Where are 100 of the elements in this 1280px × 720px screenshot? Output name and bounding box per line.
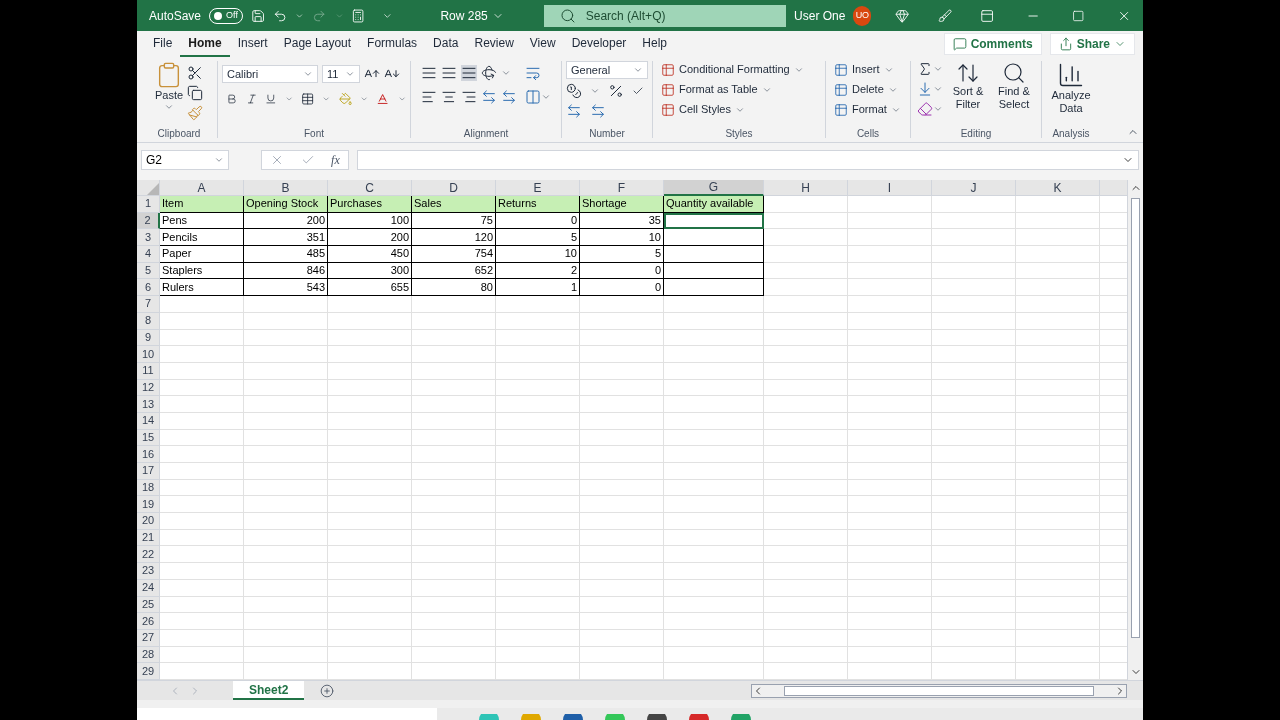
ribbon-tab[interactable]: Formulas xyxy=(359,31,426,57)
underline-icon[interactable] xyxy=(265,92,277,106)
column-header[interactable]: G xyxy=(664,180,764,196)
table-cell: 75 xyxy=(412,212,496,230)
row-header[interactable]: 1 xyxy=(137,196,160,213)
user-avatar[interactable]: UO xyxy=(853,5,872,26)
row-header[interactable]: 3 xyxy=(137,229,160,247)
table-cell: Pencils xyxy=(160,229,244,247)
styles-button[interactable]: Format as Table xyxy=(661,81,772,98)
cells-button[interactable]: Format xyxy=(834,101,901,118)
sort-filter-button[interactable]: Sort & Filter xyxy=(947,61,989,128)
search-icon[interactable] xyxy=(559,7,576,24)
diamond-icon[interactable] xyxy=(895,7,910,24)
row-header[interactable]: 13 xyxy=(137,396,160,413)
ribbon-tab[interactable]: Developer xyxy=(563,31,635,57)
sheet-tab[interactable]: Sheet2 xyxy=(233,681,305,700)
row-header[interactable]: 29 xyxy=(137,663,160,680)
group-label: Number xyxy=(589,128,625,141)
ribbon-tab[interactable]: Data xyxy=(425,31,467,57)
comments-button[interactable]: Comments xyxy=(943,33,1042,55)
font-color-icon[interactable] xyxy=(376,91,390,107)
row-header[interactable]: 16 xyxy=(137,446,160,463)
table-cell: 450 xyxy=(328,246,412,263)
ribbon-display-icon[interactable] xyxy=(979,7,995,24)
bottom-align-icon[interactable] xyxy=(461,65,477,81)
cells-button[interactable]: Insert xyxy=(834,61,894,78)
document-title[interactable]: Row 285 xyxy=(440,6,504,25)
taskbar-icon[interactable] xyxy=(687,714,711,720)
column-header[interactable]: J xyxy=(932,180,1016,196)
styles-button[interactable]: Conditional Formatting xyxy=(661,61,804,78)
search-field[interactable]: Search (Alt+Q) xyxy=(543,4,787,27)
save-icon[interactable] xyxy=(250,7,266,24)
autosum-icon[interactable] xyxy=(917,61,933,77)
font-size-field[interactable]: 11 xyxy=(322,65,360,83)
brush-icon[interactable] xyxy=(937,7,952,24)
cut-icon[interactable] xyxy=(187,65,204,81)
add-sheet-icon[interactable] xyxy=(320,683,335,698)
row-header[interactable]: 22 xyxy=(137,546,160,564)
insert-function-button[interactable]: fx xyxy=(331,151,340,169)
row-header[interactable]: 17 xyxy=(137,463,160,480)
find-select-button[interactable]: Find & Select xyxy=(993,61,1035,128)
font-name-field[interactable]: Calibri xyxy=(222,65,318,83)
column-header[interactable]: H xyxy=(764,180,848,196)
row-header[interactable]: 23 xyxy=(137,563,160,580)
align-right-icon[interactable] xyxy=(461,89,477,105)
align-center-icon[interactable] xyxy=(441,89,457,105)
eraser-icon[interactable] xyxy=(917,101,933,117)
share-button[interactable]: Share xyxy=(1049,33,1135,55)
middle-align-icon[interactable] xyxy=(441,65,457,81)
column-header[interactable]: K xyxy=(1016,180,1100,196)
ribbon-tab[interactable]: View xyxy=(521,31,564,57)
name-box[interactable]: G2 xyxy=(141,150,229,170)
wrap-text-icon[interactable] xyxy=(525,65,541,81)
bold-icon[interactable] xyxy=(226,92,238,106)
row-header[interactable]: 6 xyxy=(137,279,160,297)
ribbon-tab[interactable]: Help xyxy=(634,31,675,57)
ribbon-tab[interactable]: Page Layout xyxy=(275,31,360,57)
ribbon-tab[interactable]: Review xyxy=(466,31,522,57)
search-icon xyxy=(1002,61,1026,85)
row-header[interactable]: 7 xyxy=(137,296,160,313)
copy-icon[interactable] xyxy=(187,85,204,101)
taskbar-icon[interactable] xyxy=(645,714,669,720)
analyze-data-button[interactable]: Analyze Data xyxy=(1046,57,1096,128)
calculator-icon[interactable] xyxy=(351,7,366,24)
row-header[interactable]: 10 xyxy=(137,346,160,363)
caret-icon xyxy=(164,102,174,112)
percent-icon[interactable] xyxy=(608,83,624,99)
maximize-icon[interactable] xyxy=(1072,8,1085,23)
row-header[interactable]: 4 xyxy=(137,246,160,263)
share-icon xyxy=(1058,37,1073,51)
caret-icon xyxy=(303,69,313,79)
taskbar-icon[interactable] xyxy=(561,714,585,720)
borders-icon[interactable] xyxy=(301,91,315,107)
orientation-icon[interactable] xyxy=(481,65,497,81)
number-format-field[interactable]: General xyxy=(566,61,648,79)
autosave-label: AutoSave xyxy=(149,7,202,25)
italic-icon[interactable] xyxy=(245,92,258,106)
ribbon-tab[interactable]: File xyxy=(145,31,181,57)
table-cell: 2 xyxy=(496,262,580,280)
active-cell[interactable] xyxy=(664,212,764,230)
table-cell: 485 xyxy=(244,246,328,263)
formula-input[interactable] xyxy=(357,150,1139,170)
fill-color-icon[interactable] xyxy=(338,91,353,107)
currency-icon[interactable] xyxy=(566,83,582,99)
row-header[interactable]: 19 xyxy=(137,496,160,514)
styles-button[interactable]: Cell Styles xyxy=(661,101,745,118)
row-header[interactable]: 20 xyxy=(137,513,160,530)
ribbon-tab[interactable]: Insert xyxy=(229,31,276,57)
column-header[interactable]: I xyxy=(848,180,932,196)
row-header[interactable]: 26 xyxy=(137,613,160,630)
cells-button[interactable]: Delete xyxy=(834,81,898,98)
vertical-scrollbar[interactable] xyxy=(1127,180,1143,680)
table-icon xyxy=(834,62,848,77)
merge-icon[interactable] xyxy=(525,89,541,105)
paste-button[interactable]: Paste xyxy=(154,61,184,112)
taskbar-search-field[interactable] xyxy=(137,708,437,720)
table-cell: Paper xyxy=(160,246,244,263)
align-left-icon[interactable] xyxy=(421,89,437,105)
top-align-icon[interactable] xyxy=(421,65,437,81)
horizontal-scrollbar[interactable] xyxy=(751,683,1127,698)
